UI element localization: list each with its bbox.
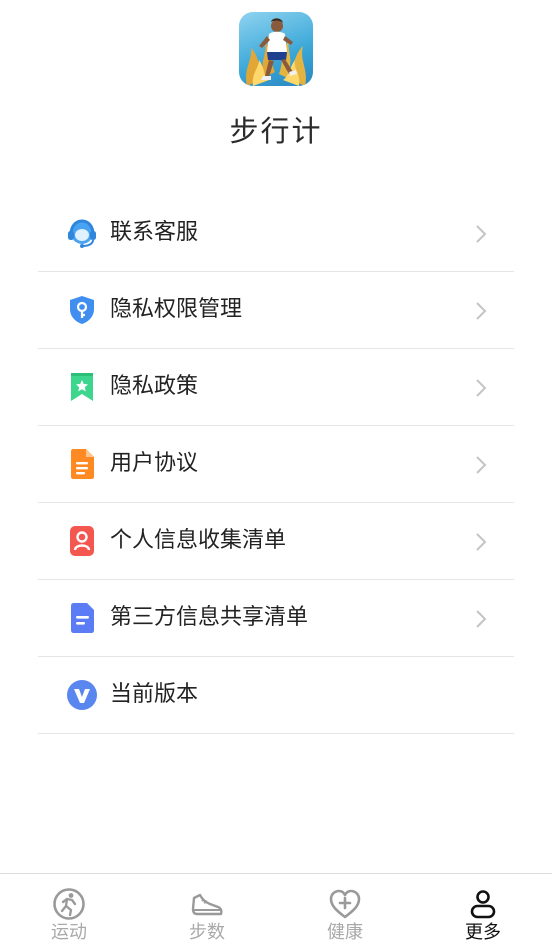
person-icon: [465, 886, 501, 922]
more-screen: 步行计 联系客服 隐私权限管理 隐私政策 用户协议 个人信息收集清单 第三方信息…: [0, 0, 552, 949]
menu-item-label: 第三方信息共享清单: [110, 605, 309, 630]
menu-item-third-party-sharing[interactable]: 第三方信息共享清单: [38, 580, 514, 657]
menu-item-label: 用户协议: [110, 451, 199, 476]
menu-item-label: 隐私政策: [110, 374, 199, 399]
tab-label: 健康: [327, 922, 363, 943]
menu-item-privacy-permissions[interactable]: 隐私权限管理: [38, 272, 514, 349]
menu-item-personal-info-list[interactable]: 个人信息收集清单: [38, 503, 514, 580]
document-icon: [66, 448, 98, 480]
chevron-right-icon: [474, 608, 488, 630]
chevron-right-icon: [474, 454, 488, 476]
tab-health[interactable]: 健康: [276, 874, 414, 949]
heart-plus-icon: [327, 886, 363, 922]
app-header: 步行计: [0, 0, 552, 190]
runner-logo-icon: [239, 12, 313, 86]
tab-exercise[interactable]: 运动: [0, 874, 138, 949]
menu-item-user-agreement[interactable]: 用户协议: [38, 426, 514, 503]
menu-item-current-version[interactable]: 当前版本: [38, 657, 514, 734]
person-card-icon: [66, 525, 98, 557]
chevron-right-icon: [474, 377, 488, 399]
menu-item-privacy-policy[interactable]: 隐私政策: [38, 349, 514, 426]
menu-item-label: 隐私权限管理: [110, 297, 243, 322]
menu-item-label: 当前版本: [110, 682, 199, 707]
chevron-right-icon: [474, 531, 488, 553]
shoe-icon: [189, 886, 225, 922]
menu-item-label: 联系客服: [110, 220, 199, 245]
settings-menu: 联系客服 隐私权限管理 隐私政策 用户协议 个人信息收集清单 第三方信息共享清单…: [38, 195, 514, 734]
chevron-right-icon: [474, 223, 488, 245]
menu-item-label: 个人信息收集清单: [110, 528, 287, 553]
app-name: 步行计: [229, 114, 323, 148]
file-lines-icon: [66, 602, 98, 634]
version-v-icon: [66, 679, 98, 711]
tab-label: 运动: [51, 922, 87, 943]
tab-label: 步数: [189, 922, 225, 943]
tab-label: 更多: [465, 922, 501, 943]
headset-icon: [66, 217, 98, 249]
bookmark-star-icon: [66, 371, 98, 403]
tab-steps[interactable]: 步数: [138, 874, 276, 949]
running-icon: [51, 886, 87, 922]
bottom-tab-bar: 运动 步数 健康 更多: [0, 873, 552, 949]
menu-item-contact-service[interactable]: 联系客服: [38, 195, 514, 272]
chevron-right-icon: [474, 300, 488, 322]
tab-more[interactable]: 更多: [414, 874, 552, 949]
shield-key-icon: [66, 294, 98, 326]
